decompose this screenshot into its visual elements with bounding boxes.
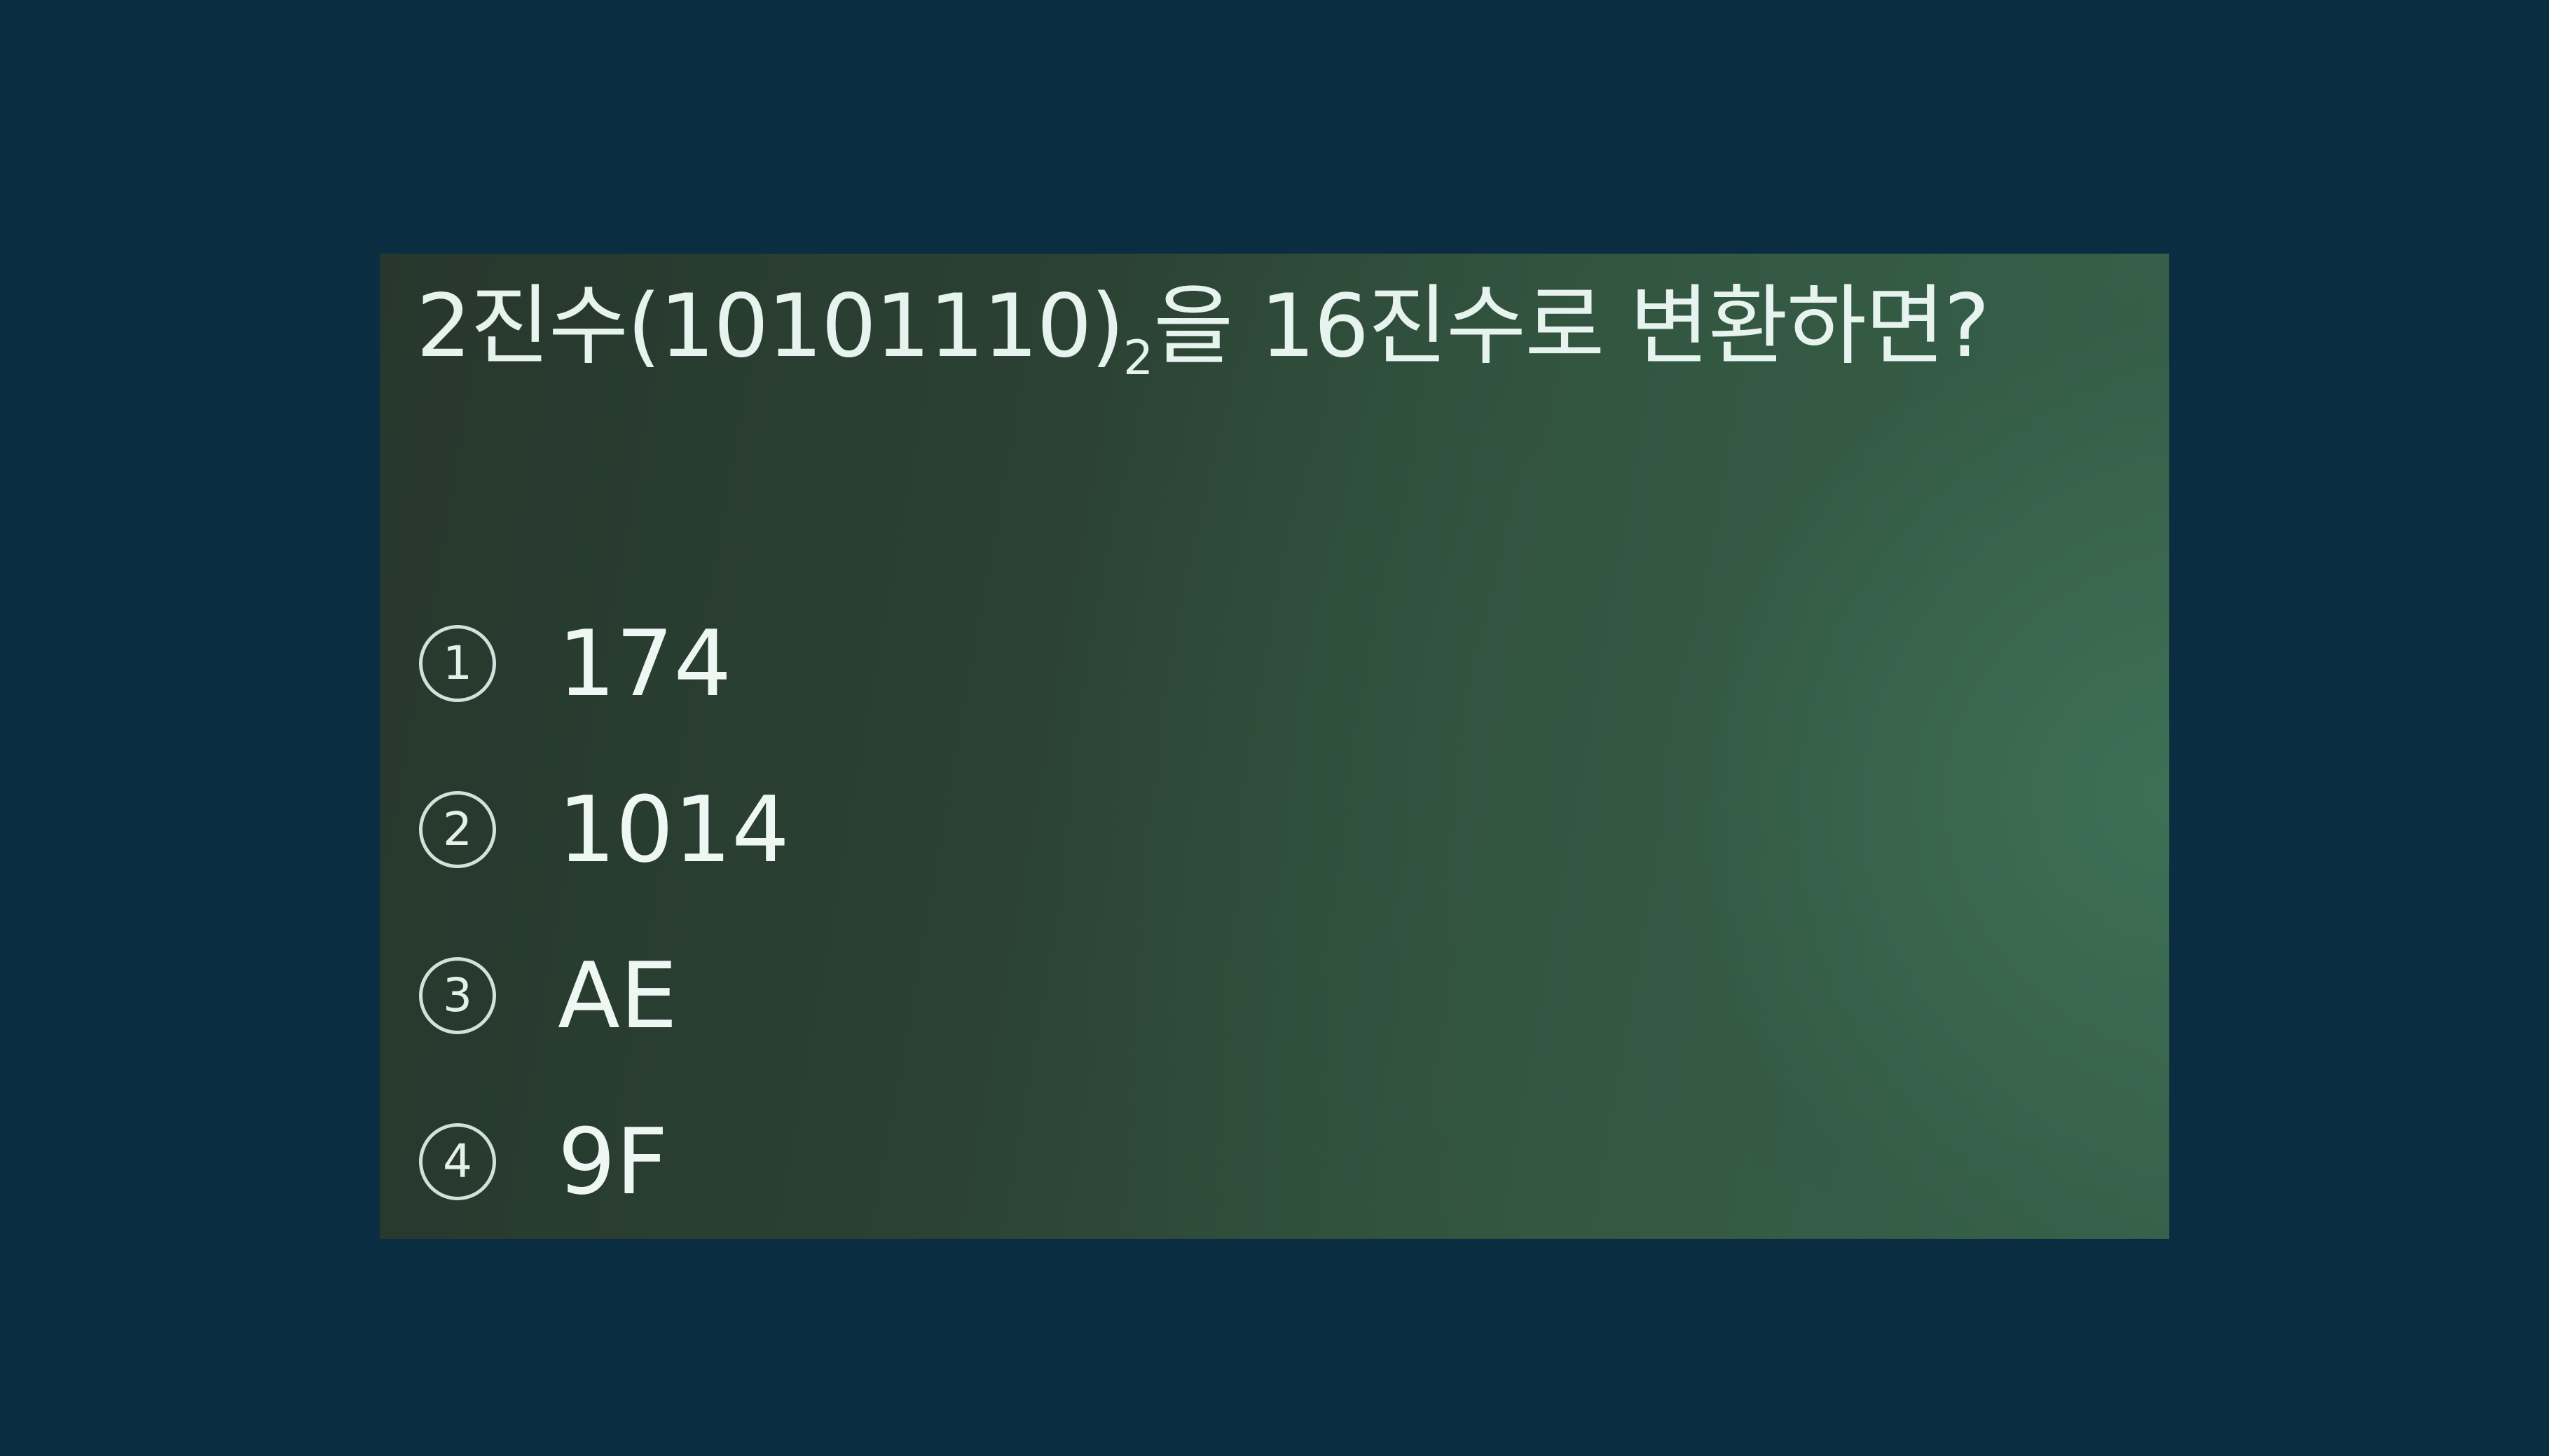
question-prefix: 2진수(10101110) [416,276,1125,377]
option-3-text: AE [558,942,678,1049]
question-middle: 을 [1153,276,1233,377]
option-1-text: 174 [558,610,732,717]
option-4-text: 9F [558,1108,668,1215]
chalkboard: 2진수(10101110)2을 16진수로 변환하면? 1 174 2 1014 … [380,254,2169,1239]
question-subscript: 2 [1122,331,1154,386]
question-text: 2진수(10101110)2을 16진수로 변환하면? [416,283,1990,386]
page: 2진수(10101110)2을 16진수로 변환하면? 1 174 2 1014 … [0,0,2549,1456]
option-3-marker: 3 [419,957,496,1034]
option-4-marker: 4 [419,1123,496,1200]
answer-options: 1 174 2 1014 3 AE 4 9F [419,618,790,1239]
option-1[interactable]: 1 174 [419,618,790,784]
option-3[interactable]: 3 AE [419,950,790,1116]
option-2-text: 1014 [558,776,790,883]
option-4[interactable]: 4 9F [419,1116,790,1239]
option-2-marker: 2 [419,791,496,868]
option-2[interactable]: 2 1014 [419,784,790,950]
option-1-marker: 1 [419,625,496,702]
question-suffix: 16진수로 변환하면? [1260,276,1990,377]
